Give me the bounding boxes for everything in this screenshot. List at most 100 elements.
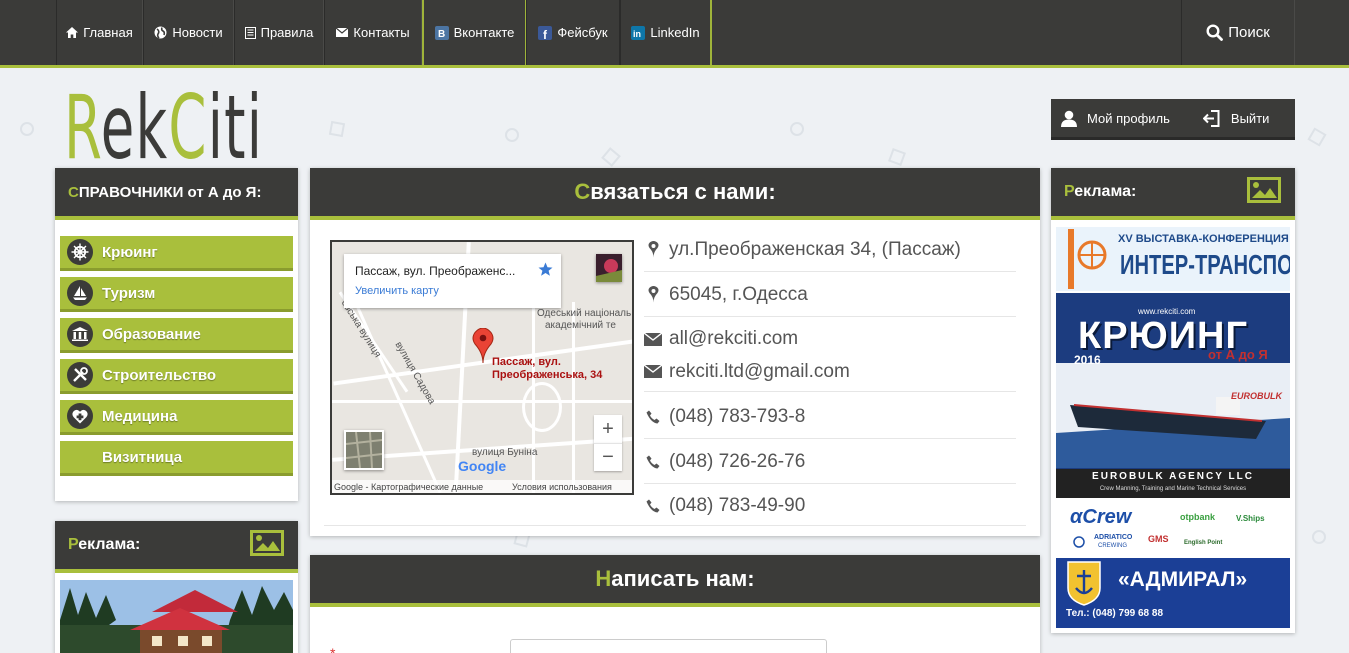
- catalog-item-education[interactable]: Образование: [60, 318, 293, 353]
- google-map[interactable]: євська вулиця вулиця Садова вулиця Бунін…: [330, 240, 634, 495]
- logo-text-iti: iti: [207, 76, 264, 179]
- nav-search[interactable]: Поиск: [1181, 0, 1295, 65]
- catalog-item-crewing[interactable]: Крюинг: [60, 236, 293, 271]
- ad-adriatico-sub: CREWING: [1098, 543, 1127, 549]
- logout-icon: [1202, 109, 1220, 127]
- envelope-icon: [644, 365, 662, 378]
- user-icon: [1061, 110, 1077, 127]
- ship-wheel-icon: [1073, 536, 1085, 548]
- globe-icon: [154, 26, 167, 39]
- contact-email-link[interactable]: all@rekciti.com: [669, 328, 798, 350]
- map-satellite-toggle[interactable]: [344, 430, 384, 470]
- map-marker-icon[interactable]: [472, 327, 494, 369]
- nav-linkedin-label: LinkedIn: [650, 25, 700, 40]
- left-ad-header: Реклама:: [55, 521, 298, 573]
- contact-phone-row: (048) 783-49-90: [644, 484, 1016, 528]
- bg-decor-square: [888, 148, 906, 166]
- catalog-item-construction[interactable]: Строительство: [60, 359, 293, 394]
- write-us-panel: Написать нам: *: [310, 555, 1040, 653]
- nav-contacts[interactable]: Контакты: [324, 0, 422, 65]
- map-footer-attribution: Google - Картографические данные: [334, 482, 484, 492]
- ad-inter-line1: XV ВЫСТАВКА-КОНФЕРЕНЦИЯ: [1118, 233, 1289, 245]
- left-ad-banner[interactable]: [60, 580, 293, 653]
- phone-icon: [644, 499, 662, 513]
- map-marker-label: Пассаж, вул. Преображенська, 34: [492, 356, 602, 382]
- nav-rules[interactable]: Правила: [234, 0, 324, 65]
- nav-news-label: Новости: [172, 25, 223, 40]
- ad-crewing[interactable]: www.rekciti.com КРЮИНГ 2016 от А до Я EU…: [1056, 293, 1290, 498]
- ad-partner-logos[interactable]: αCrew otpbank V.Ships ADRIATICO CREWING …: [1056, 502, 1290, 556]
- nav-vkontakte[interactable]: B Вконтакте: [422, 0, 526, 65]
- medical-heart-icon: [67, 403, 93, 429]
- ad-admiral-phone: Тел.: (048) 799 68 88: [1066, 608, 1164, 619]
- contact-phone-row: (048) 726-26-76: [644, 440, 1016, 484]
- logout-button[interactable]: Выйти: [1202, 109, 1270, 127]
- image-icon: [250, 529, 284, 561]
- contact-email-row: rekciti.ltd@gmail.com: [644, 352, 1016, 392]
- bg-decor-square: [328, 120, 346, 138]
- right-ad-panel: Реклама: XV ВЫСТАВКА-КОНФЕРЕНЦИЯ ИНТЕР-Т…: [1051, 168, 1295, 633]
- left-ad-panel: Реклама:: [55, 521, 298, 653]
- home-icon: [66, 27, 79, 38]
- map-marker-label-line: Пассаж, вул.: [492, 356, 561, 368]
- profile-label: Мой профиль: [1087, 110, 1170, 126]
- ship-wheel-icon: [67, 239, 93, 265]
- map-streetview-thumb[interactable]: [596, 254, 622, 282]
- ad-inter-transport[interactable]: XV ВЫСТАВКА-КОНФЕРЕНЦИЯ ИНТЕР-ТРАНСПОРТ: [1056, 227, 1290, 291]
- anchor-emblem-icon: [1067, 561, 1101, 606]
- bg-decor-circle: [20, 122, 34, 136]
- catalog-item-label: Визитница: [102, 448, 183, 466]
- google-logo-text: Google: [458, 458, 507, 474]
- catalog-item-business-cards[interactable]: Визитница: [60, 441, 293, 476]
- name-input[interactable]: [510, 639, 827, 653]
- contact-email-link[interactable]: rekciti.ltd@gmail.com: [669, 361, 850, 383]
- left-ad-title: еклама:: [78, 536, 141, 553]
- nav-news[interactable]: Новости: [143, 0, 234, 65]
- bg-decor-circle: [1312, 530, 1326, 544]
- write-title: аписать нам:: [611, 566, 755, 591]
- contact-phone: (048) 783-49-90: [669, 495, 806, 516]
- map-marker-label-line: Преображенська, 34: [492, 369, 603, 381]
- map-zoom-out-button[interactable]: −: [594, 443, 622, 471]
- catalog-item-label: Медицина: [102, 407, 178, 425]
- logo-text-ek: ek: [100, 76, 169, 179]
- envelope-icon: [644, 332, 662, 346]
- catalog-item-tourism[interactable]: Туризм: [60, 277, 293, 312]
- map-terms-link[interactable]: Условия использования: [512, 482, 612, 492]
- bg-decor-circle: [790, 122, 804, 136]
- contact-phone: (048) 726-26-76: [669, 450, 806, 472]
- nav-facebook[interactable]: f Фейсбук: [526, 0, 620, 65]
- contact-city: 65045, г.Одесса: [669, 283, 808, 305]
- image-icon: [1247, 176, 1281, 208]
- map-poi-label: академічний те: [545, 320, 616, 331]
- catalog-title-first-letter: С: [68, 183, 79, 201]
- nav-facebook-label: Фейсбук: [557, 25, 608, 40]
- contact-address-row: ул.Преображенская 34, (Пассаж): [644, 228, 1016, 272]
- google-logo: Google: [458, 458, 506, 474]
- nav-rules-label: Правила: [260, 25, 314, 40]
- school-icon: [67, 321, 93, 347]
- profile-button[interactable]: Мой профиль: [1061, 110, 1170, 127]
- ad-adriatico-logo: ADRIATICO: [1094, 534, 1133, 541]
- ad-eurobulk-sub: Crew Manning, Training and Marine Techni…: [1099, 486, 1247, 492]
- map-road: [332, 400, 632, 403]
- catalog-item-medicine[interactable]: Медицина: [60, 400, 293, 435]
- ad-admiral[interactable]: «АДМИРАЛ» Тел.: (048) 799 68 88: [1056, 558, 1290, 628]
- svg-text:B: B: [438, 29, 445, 40]
- map-pin-icon: [644, 241, 662, 258]
- logout-label: Выйти: [1230, 110, 1270, 126]
- map-zoom-in-button[interactable]: +: [594, 415, 622, 443]
- star-icon[interactable]: [538, 262, 553, 282]
- right-ad-header: Реклама:: [1051, 168, 1295, 220]
- top-navigation: Главная Новости Правила Контакты B Вконт…: [0, 0, 1349, 68]
- nav-linkedin[interactable]: in LinkedIn: [620, 0, 712, 65]
- vk-icon: B: [434, 25, 449, 40]
- ad-alpha-crew-text: Crew: [1082, 506, 1132, 528]
- site-logo[interactable]: RekCiti: [64, 76, 264, 172]
- sailboat-icon: [67, 280, 93, 306]
- nav-home[interactable]: Главная: [56, 0, 143, 65]
- chalet-photo: [60, 580, 293, 653]
- write-us-header: Написать нам:: [310, 555, 1040, 607]
- map-enlarge-link[interactable]: Увеличить карту: [355, 285, 439, 297]
- phone-icon: [644, 410, 662, 424]
